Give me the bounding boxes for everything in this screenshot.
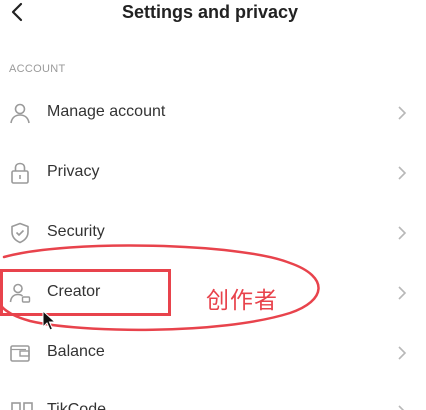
chevron-right-icon <box>396 345 408 361</box>
menu-item-privacy[interactable]: Privacy <box>0 145 426 201</box>
menu-item-label: Security <box>47 223 105 240</box>
menu-item-label: Balance <box>47 343 105 360</box>
menu-item-label: TikCode <box>47 401 106 410</box>
chevron-right-icon <box>396 404 408 410</box>
chevron-right-icon <box>396 165 408 181</box>
qr-code-icon <box>10 401 34 410</box>
annotation-label: 创作者 <box>206 288 278 314</box>
annotation-highlight-box <box>0 269 171 316</box>
header: Settings and privacy <box>0 0 426 26</box>
person-icon <box>8 101 32 125</box>
menu-item-tikcode[interactable]: TikCode <box>0 396 426 410</box>
wallet-icon <box>8 341 32 365</box>
chevron-right-icon <box>396 285 408 301</box>
shield-icon <box>8 221 32 245</box>
lock-icon <box>8 161 32 185</box>
page-title: Settings and privacy <box>121 2 299 22</box>
chevron-right-icon <box>396 105 408 121</box>
menu-item-label: Manage account <box>47 103 166 120</box>
menu-item-manage-account[interactable]: Manage account <box>0 85 426 141</box>
settings-screen: Settings and privacy ACCOUNT Manage acco… <box>0 0 426 410</box>
mouse-cursor-icon <box>42 310 57 331</box>
section-label-account: ACCOUNT <box>9 63 66 75</box>
menu-item-label: Privacy <box>47 163 100 180</box>
menu-item-balance[interactable]: Balance <box>0 325 426 381</box>
chevron-right-icon <box>396 225 408 241</box>
